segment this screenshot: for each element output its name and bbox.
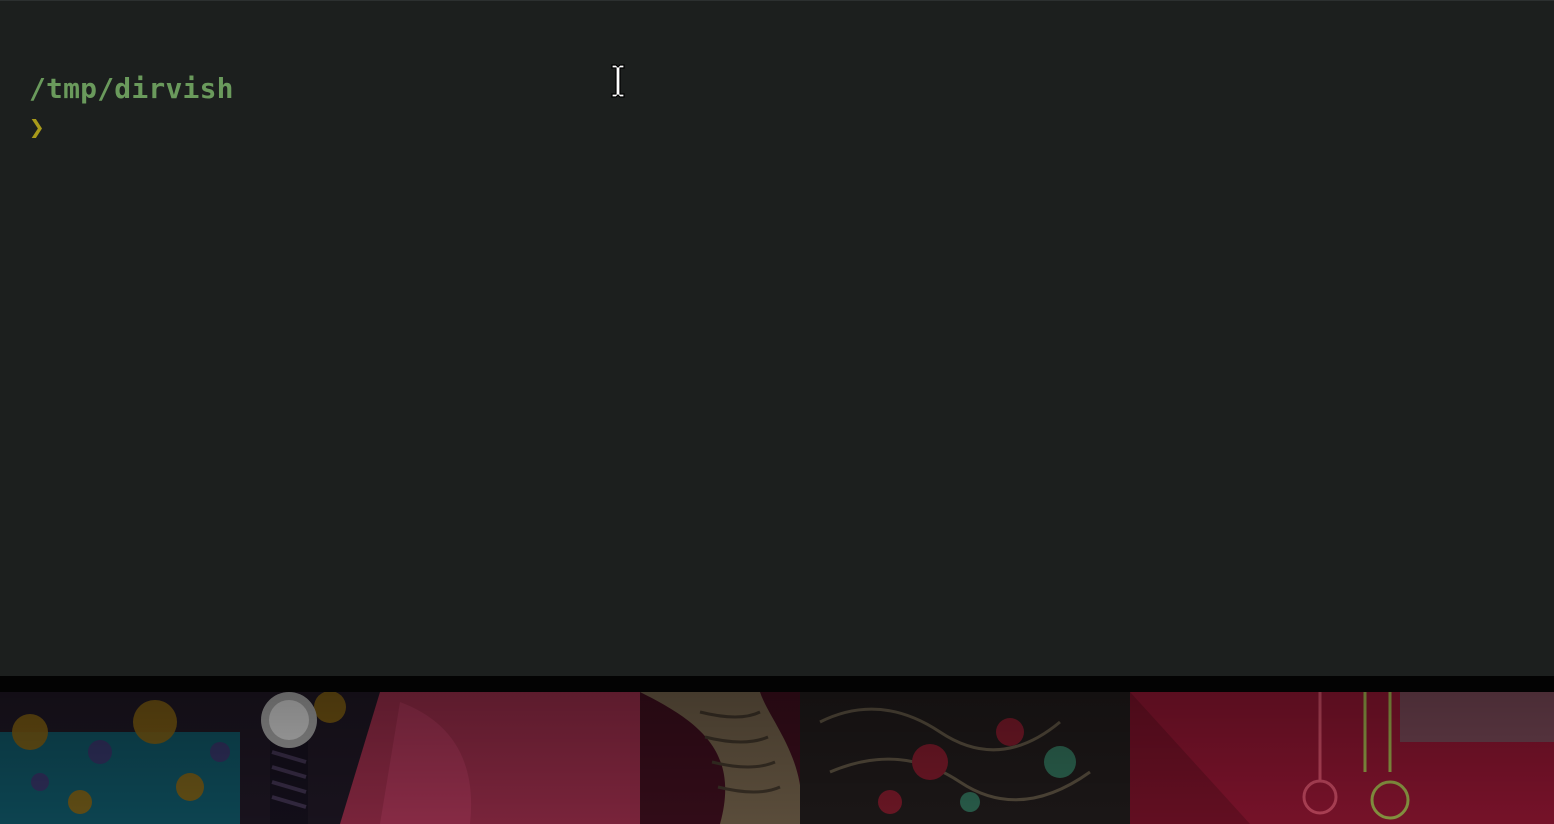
prompt-cwd-path: /tmp/dirvish [29, 72, 234, 105]
window-divider [0, 676, 1554, 692]
desktop-wallpaper [0, 692, 1554, 824]
terminal-window[interactable]: /tmp/dirvish ❯ [0, 0, 1554, 676]
prompt-symbol: ❯ [29, 113, 45, 143]
text-ibeam-cursor-icon [611, 64, 625, 98]
